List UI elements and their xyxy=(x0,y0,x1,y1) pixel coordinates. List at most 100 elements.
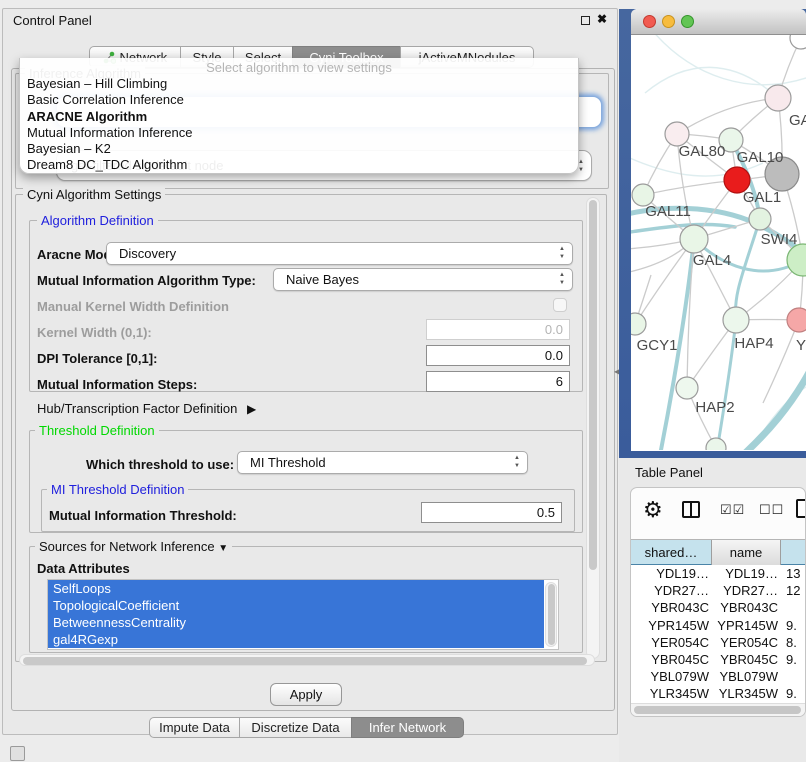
dropdown-item[interactable]: Mutual Information Inference xyxy=(20,125,578,141)
network-node[interactable] xyxy=(787,308,806,332)
dropdown-item[interactable]: Bayesian – K2 xyxy=(20,141,578,157)
mac-close-icon[interactable] xyxy=(643,15,656,28)
cell[interactable]: YPR145W xyxy=(712,617,778,634)
cell[interactable] xyxy=(784,599,805,616)
node-label: GAL1 xyxy=(743,189,781,206)
cell[interactable]: YBR043C xyxy=(712,599,778,616)
network-window-titlebar[interactable] xyxy=(631,9,806,35)
manual-kernel-label: Manual Kernel Width Definition xyxy=(37,299,229,314)
network-node[interactable] xyxy=(680,225,708,253)
dropdown-item[interactable]: Dream8 DC_TDC Algorithm xyxy=(20,157,578,173)
table-row[interactable]: YDL19…YDL19… 13 xyxy=(631,565,805,582)
cell[interactable]: YER054C xyxy=(712,634,778,651)
document-icon[interactable] xyxy=(796,499,806,518)
table-hscrollbar[interactable] xyxy=(631,703,805,716)
cell[interactable]: 9. xyxy=(784,651,805,668)
deselect-all-checks-icon[interactable]: ☐☐ xyxy=(759,502,784,518)
cell[interactable]: YBL079W xyxy=(712,668,778,685)
dropdown-item-selected[interactable]: ARACNE Algorithm xyxy=(20,109,578,125)
settings-vscrollbar-thumb[interactable] xyxy=(589,200,597,570)
node-label: GAL xyxy=(789,112,806,129)
mac-zoom-icon[interactable] xyxy=(681,15,694,28)
list-vscrollbar[interactable] xyxy=(545,582,557,647)
table-row[interactable]: YDR27…YDR27… 12 xyxy=(631,582,805,599)
column-header-shared[interactable]: shared… xyxy=(631,540,712,566)
tab-infer-network[interactable]: Infer Network xyxy=(351,717,464,738)
network-node[interactable] xyxy=(749,208,771,230)
cell[interactable]: 9. xyxy=(784,685,805,702)
cell[interactable]: 8. xyxy=(784,634,805,651)
collapse-down-icon: ▼ xyxy=(218,543,228,554)
node-label: GAL10 xyxy=(737,149,784,166)
cell[interactable]: YER054C xyxy=(631,634,709,651)
columns-icon[interactable] xyxy=(682,501,700,518)
column-header-name[interactable]: name xyxy=(712,540,781,566)
cell[interactable]: 13 xyxy=(784,565,805,582)
tab-impute-data[interactable]: Impute Data xyxy=(149,717,240,738)
cell[interactable] xyxy=(784,668,805,685)
select-all-checks-icon[interactable]: ☑☑ xyxy=(720,502,745,518)
node-label: GAL4 xyxy=(693,252,731,269)
cell[interactable]: YLR345W xyxy=(631,685,709,702)
which-threshold-combo[interactable]: MI Threshold ▲▼ xyxy=(237,451,528,474)
network-node[interactable] xyxy=(790,35,806,49)
cell[interactable]: YLR345W xyxy=(712,685,778,702)
cell[interactable]: YDL19… xyxy=(712,565,778,582)
aracne-mode-combo[interactable]: Discovery ▲▼ xyxy=(106,242,573,265)
cell[interactable]: YPR145W xyxy=(631,617,709,634)
settings-hscrollbar-thumb[interactable] xyxy=(23,657,587,665)
tab-label: Discretize Data xyxy=(251,720,339,735)
cell[interactable]: YBR045C xyxy=(631,651,709,668)
table-row[interactable]: YER054CYER054C 8. xyxy=(631,634,805,651)
hub-definition-toggle[interactable]: Hub/Transcription Factor Definition ▶ xyxy=(37,401,256,416)
network-node[interactable] xyxy=(676,377,698,399)
cell[interactable]: YBR043C xyxy=(631,599,709,616)
cell[interactable]: YBL079W xyxy=(631,668,709,685)
mac-minimize-icon[interactable] xyxy=(662,15,675,28)
cell[interactable]: YBR045C xyxy=(712,651,778,668)
cell[interactable]: YDR27… xyxy=(712,582,778,599)
table-panel-section: Table Panel ⚙ ☑☑ ☐☐ shared… name YDL19…Y… xyxy=(619,458,806,762)
table-row[interactable]: YBL079WYBL079W xyxy=(631,668,805,685)
data-attributes-list[interactable]: SelfLoops TopologicalCoefficient Between… xyxy=(47,579,559,650)
close-icon[interactable]: ✖ xyxy=(597,12,607,26)
float-window-icon[interactable] xyxy=(581,16,590,25)
kernel-width-field[interactable]: 0.0 xyxy=(426,319,570,340)
list-item[interactable]: TopologicalCoefficient xyxy=(48,597,544,614)
network-node[interactable] xyxy=(706,438,726,450)
dropdown-item[interactable]: Basic Correlation Inference xyxy=(20,92,578,108)
column-header-partial[interactable] xyxy=(781,540,806,566)
cell[interactable]: YDR27… xyxy=(631,582,709,599)
network-node[interactable] xyxy=(723,307,749,333)
manual-kernel-checkbox[interactable] xyxy=(553,298,567,312)
cell[interactable]: YDL19… xyxy=(631,565,709,582)
table-row[interactable]: YBR043CYBR043C xyxy=(631,599,805,616)
table-row[interactable]: YPR145WYPR145W 9. xyxy=(631,617,805,634)
apply-button[interactable]: Apply xyxy=(270,683,342,706)
tab-discretize-data[interactable]: Discretize Data xyxy=(239,717,352,738)
table-hscrollbar-thumb[interactable] xyxy=(634,706,801,714)
dpi-tolerance-field[interactable]: 0.0 xyxy=(426,345,570,366)
network-node[interactable] xyxy=(631,313,646,335)
table-panel-title: Table Panel xyxy=(635,465,703,480)
list-item[interactable]: gal4RGexp xyxy=(48,631,544,648)
list-item[interactable]: SelfLoops xyxy=(48,580,544,597)
gear-icon[interactable]: ⚙ xyxy=(643,497,663,523)
mi-type-combo[interactable]: Naive Bayes ▲▼ xyxy=(273,268,573,291)
cell[interactable]: 12 xyxy=(784,582,805,599)
list-vscrollbar-thumb[interactable] xyxy=(548,584,555,645)
network-node[interactable] xyxy=(765,85,791,111)
cell[interactable]: 9. xyxy=(784,617,805,634)
table-row[interactable]: YLR345WYLR345W 9. xyxy=(631,685,805,702)
sources-group-title[interactable]: Sources for Network Inference ▼ xyxy=(35,539,232,554)
network-node[interactable] xyxy=(787,244,806,276)
floating-panel-icon[interactable] xyxy=(10,746,25,761)
mi-steps-field[interactable]: 6 xyxy=(426,371,570,392)
table-row[interactable]: YBR045CYBR045C 9. xyxy=(631,651,805,668)
mi-threshold-field[interactable]: 0.5 xyxy=(421,502,562,523)
dropdown-item[interactable]: Bayesian – Hill Climbing xyxy=(20,76,578,92)
settings-hscrollbar[interactable] xyxy=(19,654,595,666)
settings-vscrollbar[interactable] xyxy=(586,197,600,659)
list-item[interactable]: BetweennessCentrality xyxy=(48,614,544,631)
network-canvas[interactable]: GAL GAL80 GAL10 GAL1 GAL11 SWI4 GAL4 GCY… xyxy=(631,35,806,450)
